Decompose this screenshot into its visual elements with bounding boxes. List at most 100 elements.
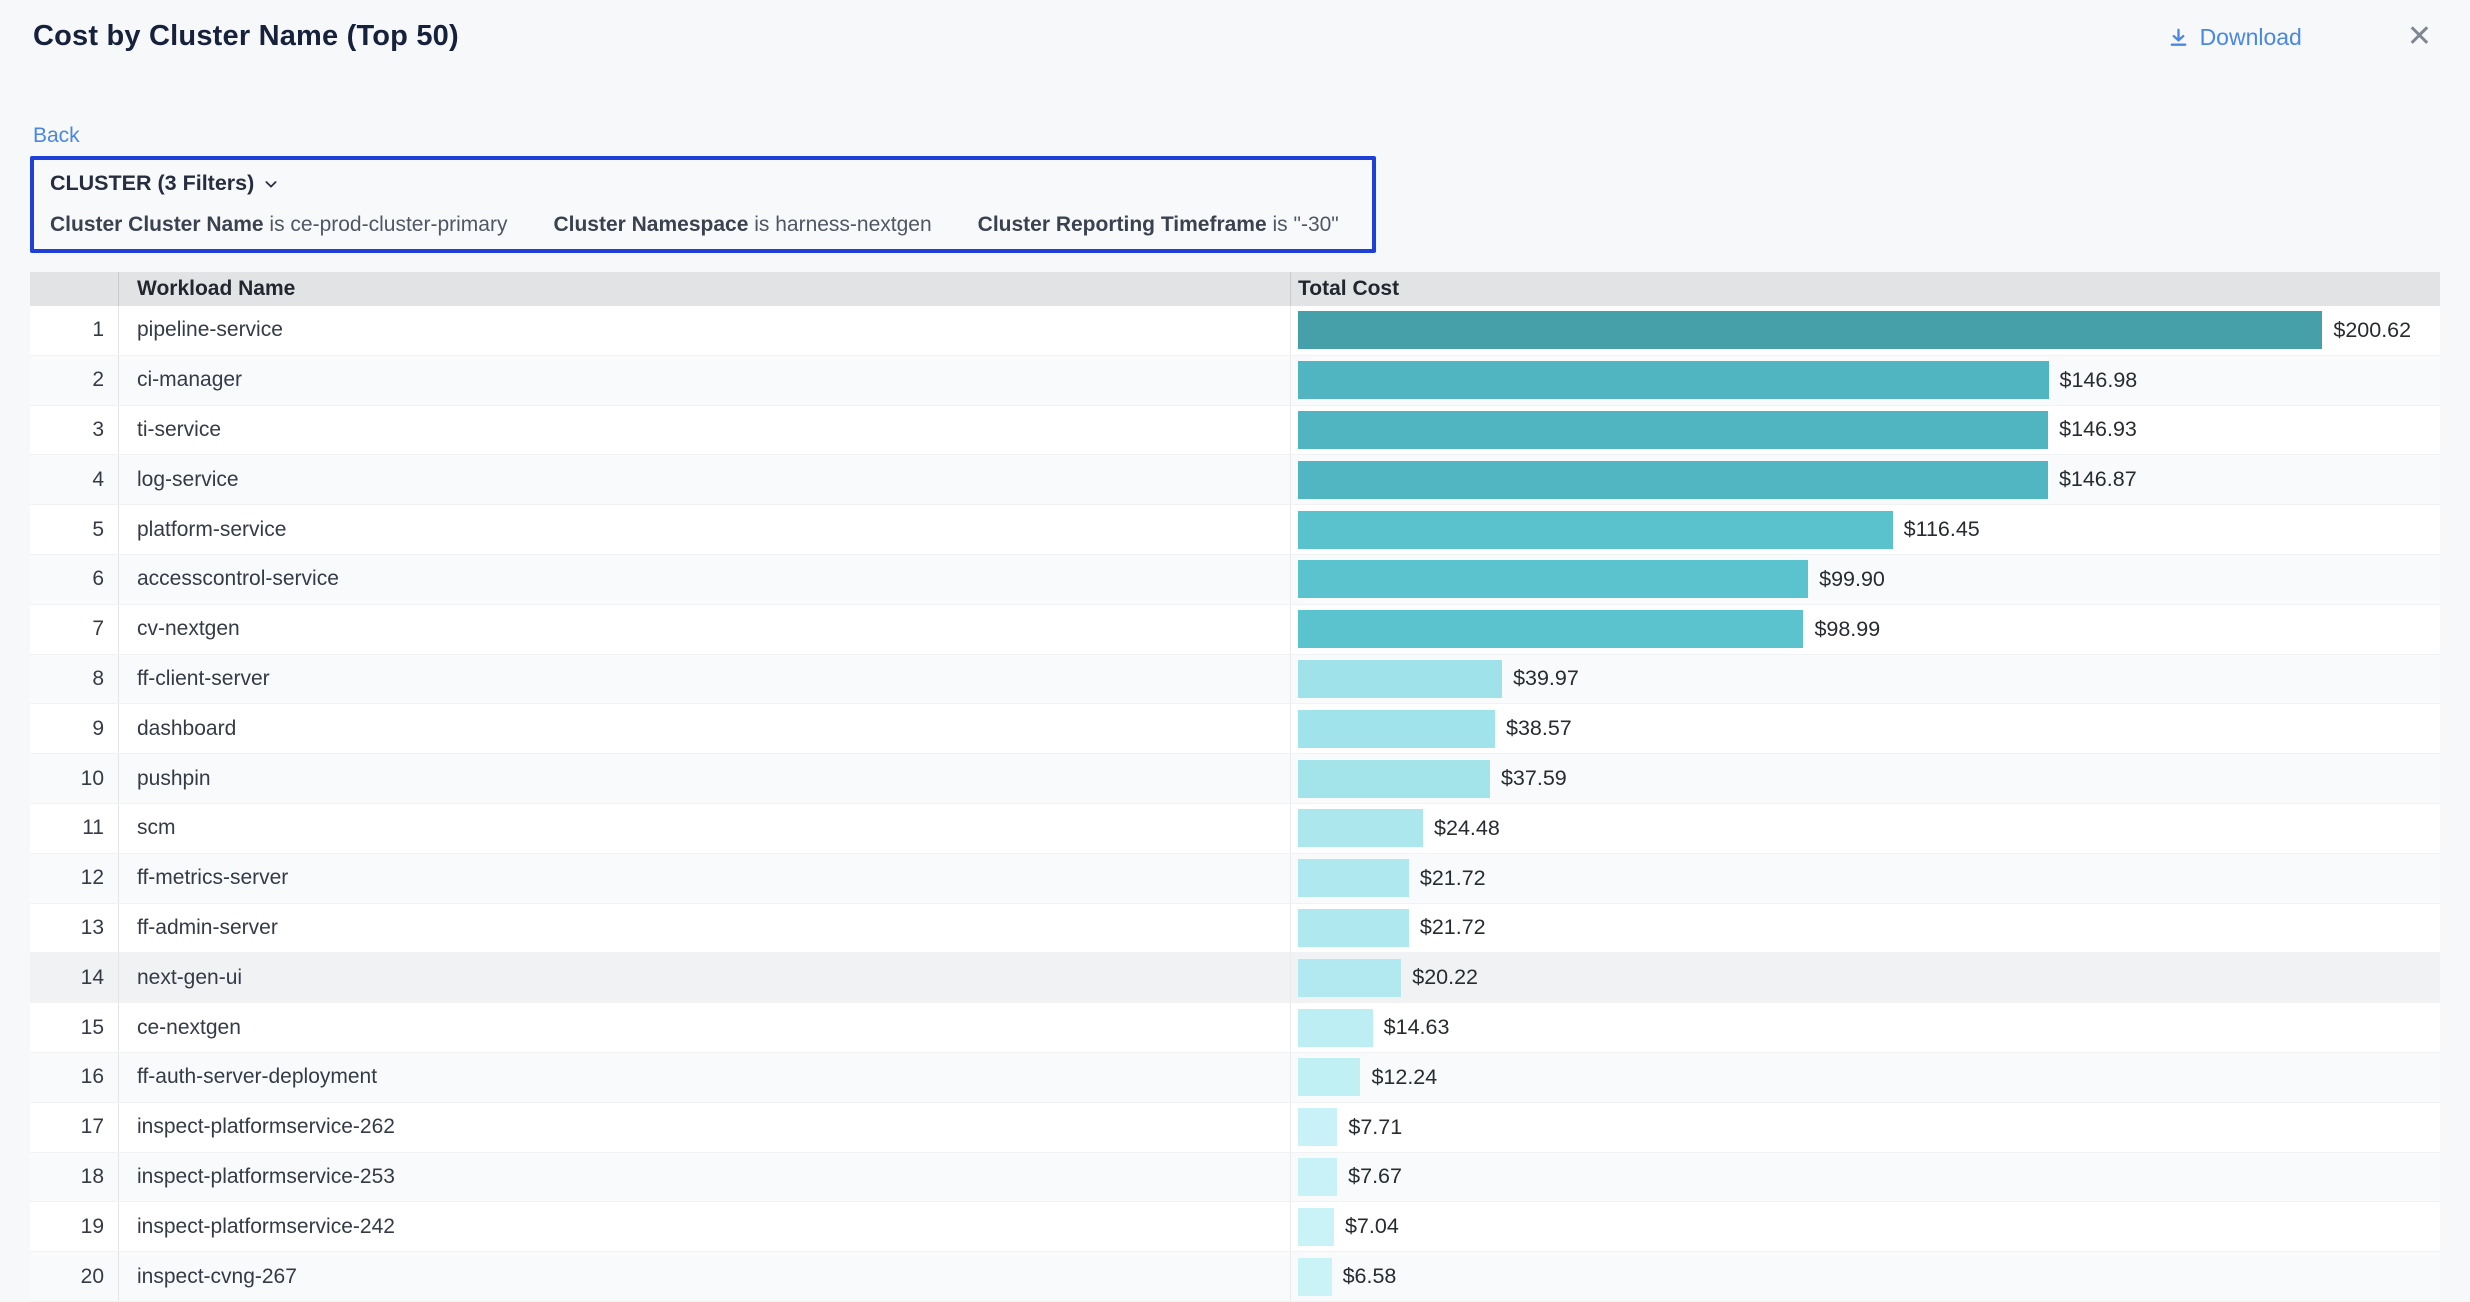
filter-chip[interactable]: Cluster Namespace is harness-nextgen — [553, 213, 931, 237]
row-cost-bar — [1298, 1058, 1360, 1096]
row-workload-name: pushpin — [118, 754, 1290, 803]
row-cost-bar — [1298, 610, 1803, 648]
table-row[interactable]: 5 platform-service $116.45 — [30, 505, 2440, 555]
table-row[interactable]: 2 ci-manager $146.98 — [30, 356, 2440, 406]
row-rank: 15 — [30, 1016, 118, 1040]
page-title: Cost by Cluster Name (Top 50) — [33, 20, 459, 53]
row-cost-cell: $98.99 — [1290, 605, 2440, 654]
row-workload-name: dashboard — [118, 704, 1290, 753]
row-cost-bar — [1298, 411, 2048, 449]
workload-name-column-header: Workload Name — [118, 272, 1290, 306]
row-cost-label: $20.22 — [1412, 965, 1478, 990]
filter-panel: CLUSTER (3 Filters) Cluster Cluster Name… — [30, 156, 1376, 253]
table-row[interactable]: 7 cv-nextgen $98.99 — [30, 605, 2440, 655]
download-label: Download — [2200, 24, 2302, 51]
chevron-down-icon — [263, 176, 279, 192]
row-cost-label: $200.62 — [2333, 318, 2411, 343]
row-cost-label: $6.58 — [1343, 1264, 1397, 1289]
row-cost-cell: $7.67 — [1290, 1153, 2440, 1202]
row-rank: 6 — [30, 567, 118, 591]
row-rank: 16 — [30, 1065, 118, 1089]
row-cost-label: $7.04 — [1345, 1214, 1399, 1239]
table-row[interactable]: 20 inspect-cvng-267 $6.58 — [30, 1252, 2440, 1302]
table-row[interactable]: 10 pushpin $37.59 — [30, 754, 2440, 804]
row-cost-cell: $39.97 — [1290, 655, 2440, 704]
total-cost-column-header: Total Cost — [1290, 272, 2440, 306]
row-cost-bar — [1298, 511, 1893, 549]
row-cost-cell: $146.87 — [1290, 455, 2440, 504]
row-cost-label: $24.48 — [1434, 816, 1500, 841]
row-cost-cell: $14.63 — [1290, 1003, 2440, 1052]
filter-chip[interactable]: Cluster Cluster Name is ce-prod-cluster-… — [50, 213, 507, 237]
row-cost-cell: $21.72 — [1290, 854, 2440, 903]
filter-chip[interactable]: Cluster Reporting Timeframe is "-30" — [978, 213, 1339, 237]
table-row[interactable]: 1 pipeline-service $200.62 — [30, 306, 2440, 356]
row-cost-label: $37.59 — [1501, 766, 1567, 791]
row-cost-label: $98.99 — [1814, 617, 1880, 642]
close-icon[interactable]: ✕ — [2407, 22, 2432, 52]
row-workload-name: inspect-cvng-267 — [118, 1252, 1290, 1301]
filter-field-label: Cluster Reporting Timeframe — [978, 213, 1273, 236]
row-cost-label: $146.87 — [2059, 467, 2137, 492]
row-workload-name: inspect-platformservice-262 — [118, 1103, 1290, 1152]
row-cost-label: $14.63 — [1384, 1015, 1450, 1040]
table-row[interactable]: 16 ff-auth-server-deployment $12.24 — [30, 1053, 2440, 1103]
row-rank: 12 — [30, 866, 118, 890]
table-body: 1 pipeline-service $200.62 2 ci-manager … — [30, 306, 2440, 1302]
table-row[interactable]: 17 inspect-platformservice-262 $7.71 — [30, 1103, 2440, 1153]
row-cost-cell: $12.24 — [1290, 1053, 2440, 1102]
row-cost-bar — [1298, 1258, 1332, 1296]
row-workload-name: ff-client-server — [118, 655, 1290, 704]
row-rank: 8 — [30, 667, 118, 691]
row-cost-bar — [1298, 1108, 1337, 1146]
row-cost-label: $12.24 — [1371, 1065, 1437, 1090]
table-row[interactable]: 19 inspect-platformservice-242 $7.04 — [30, 1202, 2440, 1252]
row-cost-bar — [1298, 361, 2049, 399]
table-row[interactable]: 14 next-gen-ui $20.22 — [30, 953, 2440, 1003]
row-cost-cell: $7.04 — [1290, 1202, 2440, 1251]
row-cost-label: $99.90 — [1819, 567, 1885, 592]
row-rank: 1 — [30, 318, 118, 342]
table-row[interactable]: 4 log-service $146.87 — [30, 455, 2440, 505]
row-cost-bar — [1298, 809, 1423, 847]
row-cost-label: $21.72 — [1420, 866, 1486, 891]
modal-header: Cost by Cluster Name (Top 50) Download ✕ — [0, 0, 2470, 78]
row-workload-name: ci-manager — [118, 356, 1290, 405]
table-row[interactable]: 11 scm $24.48 — [30, 804, 2440, 854]
row-rank: 18 — [30, 1165, 118, 1189]
download-button[interactable]: Download — [2167, 24, 2302, 51]
filter-group-toggle[interactable]: CLUSTER (3 Filters) — [50, 171, 1356, 196]
table-row[interactable]: 9 dashboard $38.57 — [30, 704, 2440, 754]
row-cost-label: $21.72 — [1420, 915, 1486, 940]
row-cost-label: $38.57 — [1506, 716, 1572, 741]
table-row[interactable]: 13 ff-admin-server $21.72 — [30, 904, 2440, 954]
row-rank: 5 — [30, 518, 118, 542]
row-workload-name: next-gen-ui — [118, 953, 1290, 1002]
filter-field-label: Cluster Cluster Name — [50, 213, 269, 236]
row-rank: 11 — [30, 816, 118, 840]
row-cost-bar — [1298, 959, 1401, 997]
row-rank: 4 — [30, 468, 118, 492]
back-link[interactable]: Back — [33, 124, 80, 148]
row-cost-bar — [1298, 311, 2322, 349]
row-workload-name: accesscontrol-service — [118, 555, 1290, 604]
table-row[interactable]: 12 ff-metrics-server $21.72 — [30, 854, 2440, 904]
table-row[interactable]: 8 ff-client-server $39.97 — [30, 655, 2440, 705]
row-cost-label: $146.98 — [2060, 368, 2138, 393]
filter-list: Cluster Cluster Name is ce-prod-cluster-… — [50, 213, 1356, 237]
row-workload-name: platform-service — [118, 505, 1290, 554]
table-row[interactable]: 15 ce-nextgen $14.63 — [30, 1003, 2440, 1053]
row-cost-label: $7.71 — [1348, 1115, 1402, 1140]
row-cost-cell: $21.72 — [1290, 904, 2440, 953]
row-cost-bar — [1298, 560, 1808, 598]
table-row[interactable]: 6 accesscontrol-service $99.90 — [30, 555, 2440, 605]
row-rank: 9 — [30, 717, 118, 741]
row-cost-label: $7.67 — [1348, 1164, 1402, 1189]
filter-condition: is harness-nextgen — [754, 213, 931, 236]
table-row[interactable]: 18 inspect-platformservice-253 $7.67 — [30, 1153, 2440, 1203]
row-cost-cell: $38.57 — [1290, 704, 2440, 753]
row-cost-cell: $20.22 — [1290, 953, 2440, 1002]
row-cost-cell: $146.93 — [1290, 406, 2440, 455]
table-row[interactable]: 3 ti-service $146.93 — [30, 406, 2440, 456]
row-cost-bar — [1298, 1009, 1373, 1047]
